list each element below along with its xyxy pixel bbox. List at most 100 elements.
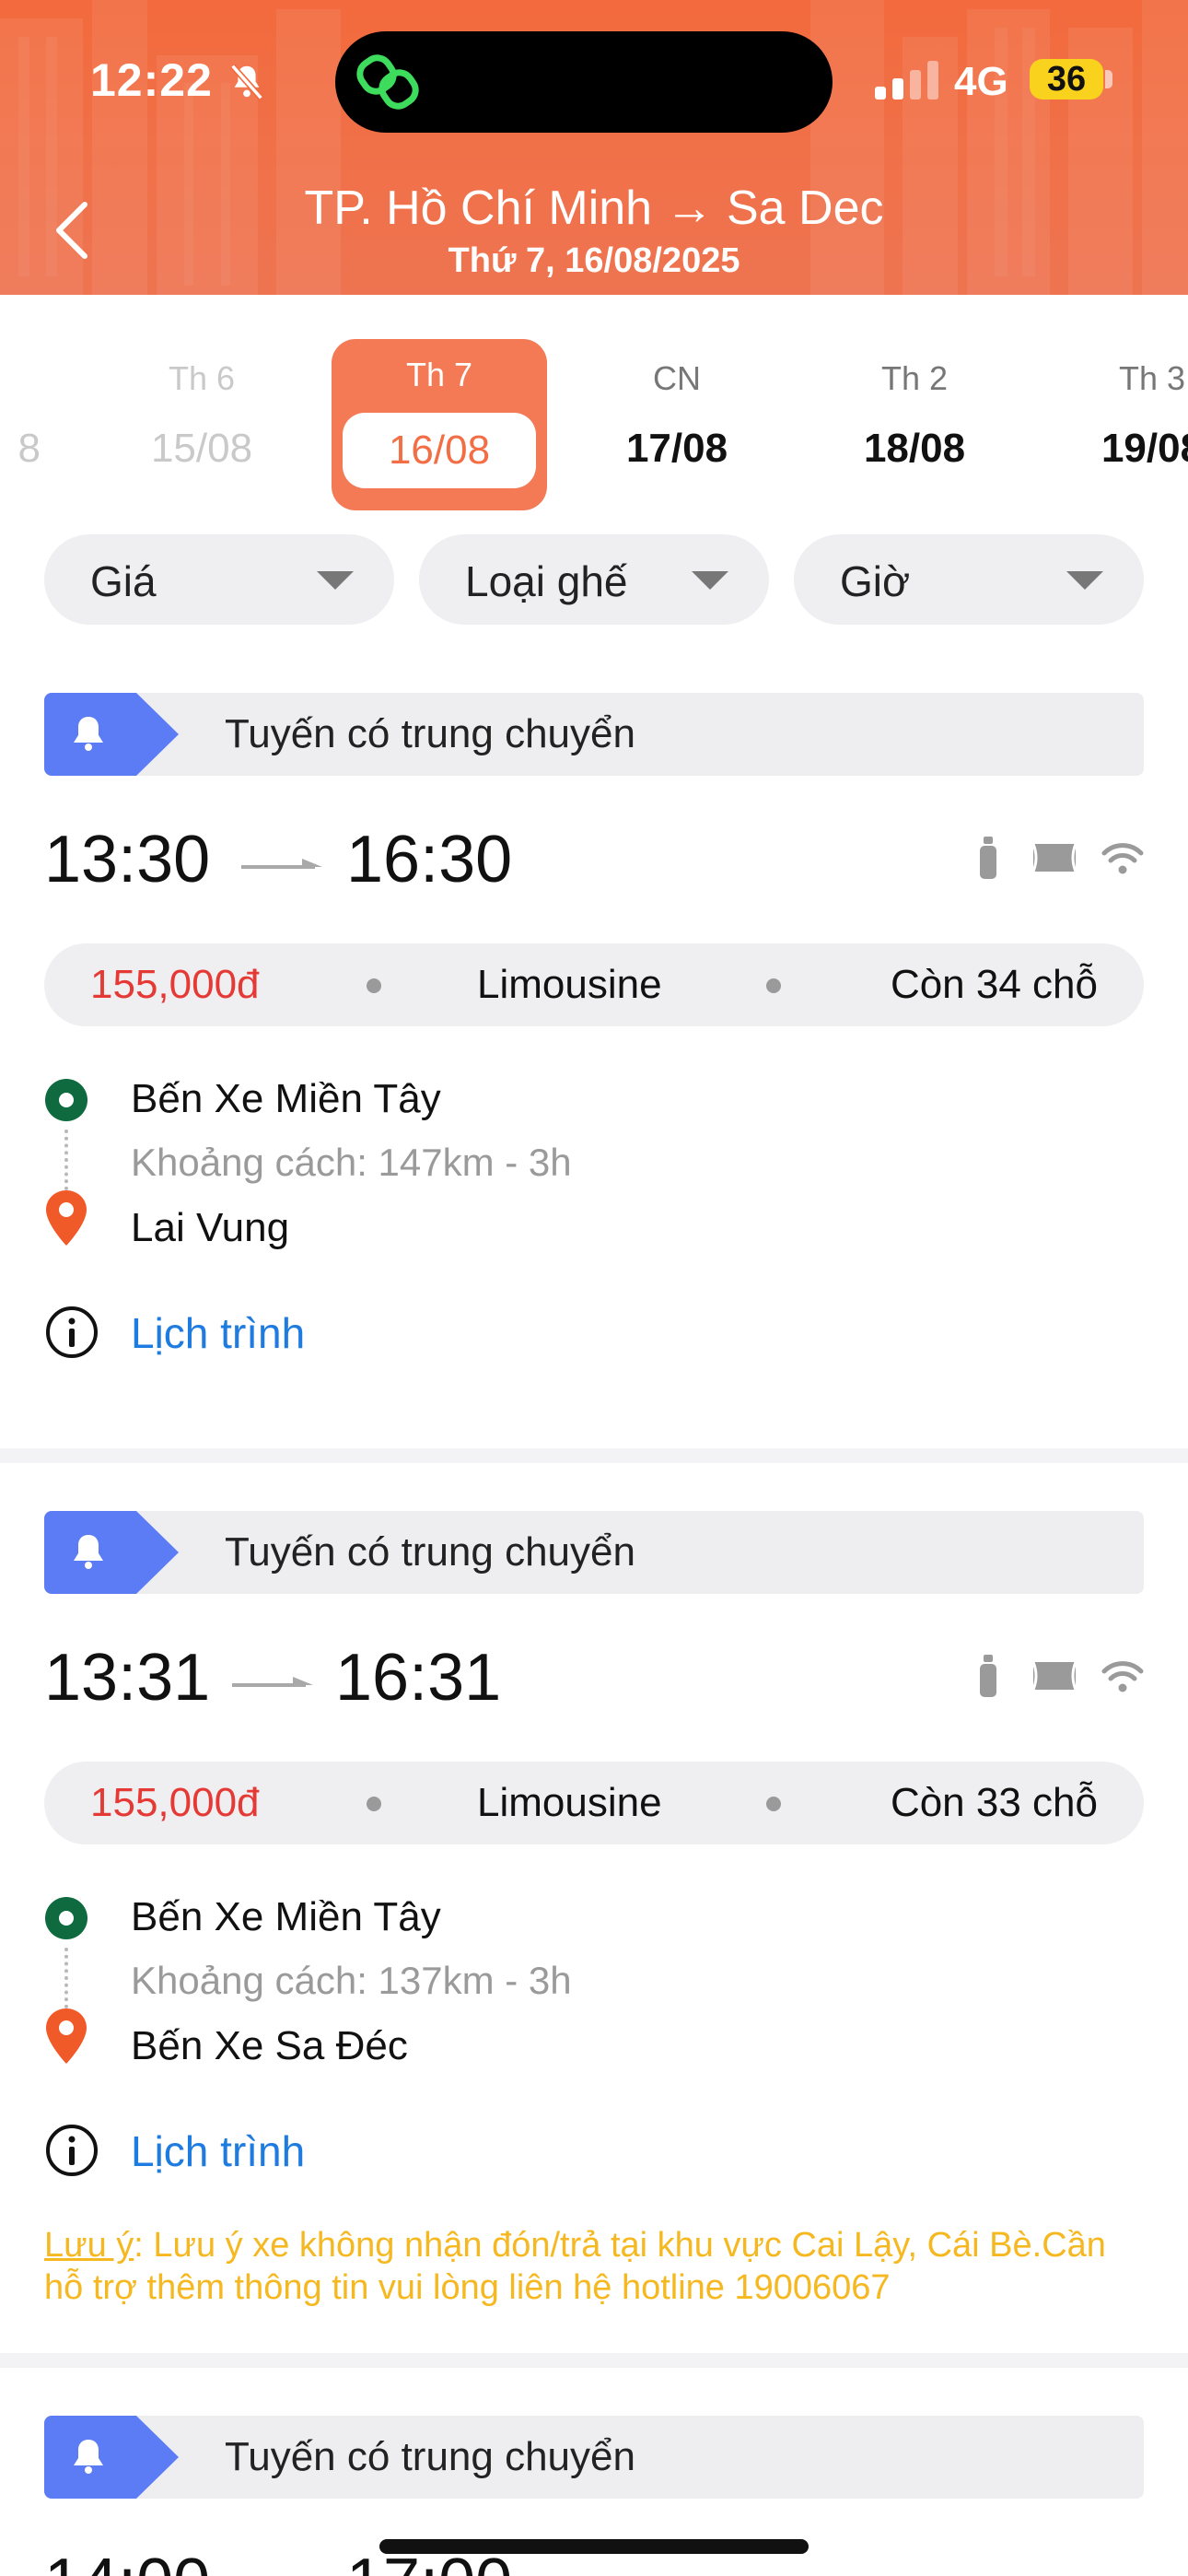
day-of-week: [0, 356, 41, 402]
battery-indicator: 36: [1030, 59, 1103, 100]
banner-text: Tuyến có trung chuyển: [225, 2434, 635, 2479]
filter-label: Loại ghế: [465, 557, 628, 605]
trip-stops: Bến Xe Miền Tây Khoảng cách: 137km - 3h …: [44, 1879, 1144, 2091]
trip-times: 13:31 16:31: [44, 1640, 1144, 1715]
day-date: 16/08: [343, 413, 536, 488]
departure-time: 14:00: [44, 2545, 210, 2576]
date-selector: 8 Th 6 15/08 Th 7 16/08 CN 17/08 Th 2 18…: [0, 295, 1188, 516]
trip-times: 13:30 16:30: [44, 822, 1144, 896]
separator-dot: [766, 1797, 781, 1811]
departure-time: 13:30: [44, 823, 211, 896]
map-pin-icon: [46, 1190, 87, 1246]
filter-price-dropdown[interactable]: Giá: [44, 534, 394, 625]
vehicle-type: Limousine: [477, 1780, 662, 1825]
home-indicator[interactable]: [379, 2539, 809, 2554]
transfer-banner: Tuyến có trung chuyển: [44, 2416, 1144, 2499]
bell-icon: [44, 693, 179, 776]
info-circle-icon: [46, 1306, 98, 1358]
section-divider: [0, 1448, 1188, 1463]
day-of-week: Th 2: [880, 359, 949, 397]
schedule-label: Lịch trình: [131, 2127, 306, 2175]
departure-time: 13:31: [44, 1641, 211, 1715]
day-of-week: Th 7: [405, 356, 473, 393]
date-tab[interactable]: CN 17/08: [569, 343, 785, 516]
trip-note: Lưu ý: Lưu ý xe không nhận đón/trả tại k…: [44, 2224, 1144, 2309]
trip-card[interactable]: Tuyến có trung chuyển 13:30 16:30 155,00…: [0, 693, 1188, 1448]
app-header: 12:22 4G 36 TP. Hồ Chí Minh → Sa Dec Thứ…: [0, 0, 1188, 295]
vehicle-type: Limousine: [477, 962, 662, 1007]
trip-stops: Bến Xe Miền Tây Khoảng cách: 147km - 3h …: [44, 1061, 1144, 1273]
arrival-time: 16:30: [346, 823, 513, 896]
wifi-icon: [1101, 843, 1144, 874]
blanket-icon: [1031, 843, 1077, 872]
origin-name: Bến Xe Miền Tây: [131, 1076, 441, 1121]
note-prefix: Lưu ý: [44, 2226, 134, 2265]
seats-available: Còn 34 chỗ: [890, 962, 1098, 1007]
trip-card[interactable]: Tuyến có trung chuyển 13:31 16:31 155,00…: [0, 1511, 1188, 2351]
date-tab[interactable]: Th 6 15/08: [94, 343, 309, 516]
bell-slash-icon: [230, 64, 263, 100]
day-of-week: Th 3: [1118, 359, 1186, 397]
filter-label: Giá: [90, 557, 157, 605]
arrow-right-icon: [232, 1677, 313, 1687]
date-tab-selected[interactable]: Th 7 16/08: [332, 339, 547, 510]
link-rings-icon: [356, 54, 419, 110]
date-tab[interactable]: Th 2 18/08: [807, 343, 1022, 516]
arrival-time: 16:31: [335, 1641, 502, 1715]
ticket-price: 155,000đ: [90, 962, 260, 1007]
banner-text: Tuyến có trung chuyển: [225, 1529, 635, 1575]
dynamic-island: [335, 31, 833, 133]
origin-dot-icon: [45, 1897, 87, 1939]
day-date: 8: [17, 426, 41, 471]
filter-label: Giờ: [840, 557, 911, 605]
separator-dot: [367, 978, 381, 993]
note-text: : Lưu ý xe không nhận đón/trả tại khu vự…: [44, 2226, 1106, 2307]
cellular-signal-icon: [875, 61, 938, 100]
caret-down-icon: [317, 571, 354, 590]
trip-distance: Khoảng cách: 137km - 3h: [131, 1959, 572, 2002]
origin-dot-icon: [45, 1079, 87, 1121]
bell-icon: [44, 1511, 179, 1594]
wifi-icon: [1101, 1661, 1144, 1692]
day-of-week: Th 6: [168, 359, 236, 397]
route-connector: [64, 1948, 68, 2008]
ticket-price: 155,000đ: [90, 1780, 260, 1825]
route-connector: [64, 1130, 68, 1190]
info-circle-icon: [46, 2125, 98, 2176]
day-date: 17/08: [625, 426, 728, 471]
bell-icon: [44, 2416, 179, 2499]
page-subtitle-date: Thứ 7, 16/08/2025: [448, 241, 740, 280]
filter-time-dropdown[interactable]: Giờ: [794, 534, 1144, 625]
battery-tip: [1105, 70, 1112, 88]
water-bottle-icon: [980, 837, 996, 879]
caret-down-icon: [1066, 571, 1103, 590]
destination-name: Bến Xe Sa Đéc: [131, 2023, 408, 2068]
schedule-link[interactable]: Lịch trình: [44, 1299, 413, 1364]
transfer-banner: Tuyến có trung chuyển: [44, 1511, 1144, 1594]
day-of-week: CN: [653, 359, 701, 397]
day-date: 15/08: [150, 426, 253, 471]
day-date: 18/08: [863, 426, 966, 471]
blanket-icon: [1031, 1661, 1077, 1691]
trip-info-pill: 155,000đ Limousine Còn 33 chỗ: [44, 1762, 1144, 1844]
filter-bar: Giá Loại ghế Giờ: [44, 534, 1144, 625]
schedule-label: Lịch trình: [131, 1309, 306, 1357]
section-divider: [0, 2353, 1188, 2368]
day-date: 19/08: [1101, 426, 1188, 471]
trip-distance: Khoảng cách: 147km - 3h: [131, 1141, 572, 1184]
network-type: 4G: [954, 59, 1008, 104]
date-tab[interactable]: Th 3 19/08: [1044, 343, 1188, 516]
caret-down-icon: [692, 571, 728, 590]
separator-dot: [367, 1797, 381, 1811]
origin-name: Bến Xe Miền Tây: [131, 1894, 441, 1939]
filter-seat-type-dropdown[interactable]: Loại ghế: [419, 534, 769, 625]
trip-info-pill: 155,000đ Limousine Còn 34 chỗ: [44, 943, 1144, 1026]
status-time: 12:22: [90, 54, 213, 106]
banner-text: Tuyến có trung chuyển: [225, 711, 635, 756]
destination-name: Lai Vung: [131, 1205, 290, 1250]
seats-available: Còn 33 chỗ: [890, 1780, 1098, 1825]
transfer-banner: Tuyến có trung chuyển: [44, 693, 1144, 776]
schedule-link[interactable]: Lịch trình: [44, 2117, 413, 2182]
date-tab[interactable]: 8: [0, 343, 41, 516]
page-title: TP. Hồ Chí Minh → Sa Dec: [304, 181, 884, 235]
